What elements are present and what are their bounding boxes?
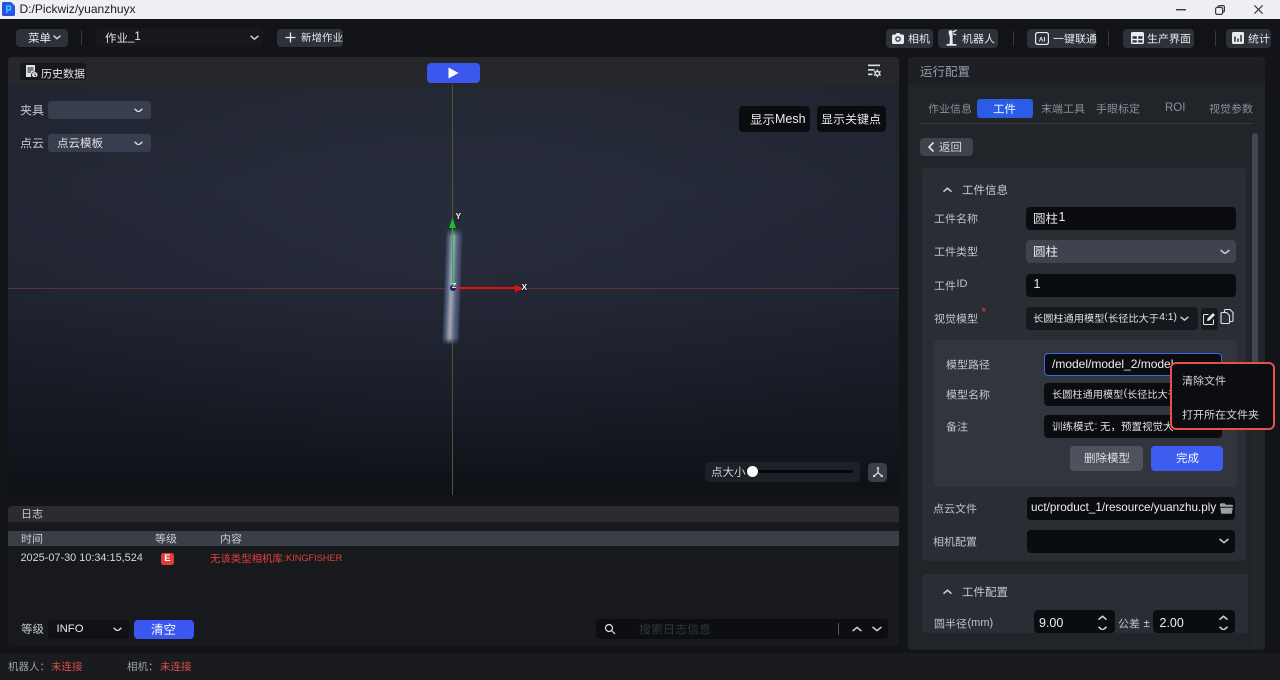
svg-text:AI: AI [1038, 36, 1045, 43]
